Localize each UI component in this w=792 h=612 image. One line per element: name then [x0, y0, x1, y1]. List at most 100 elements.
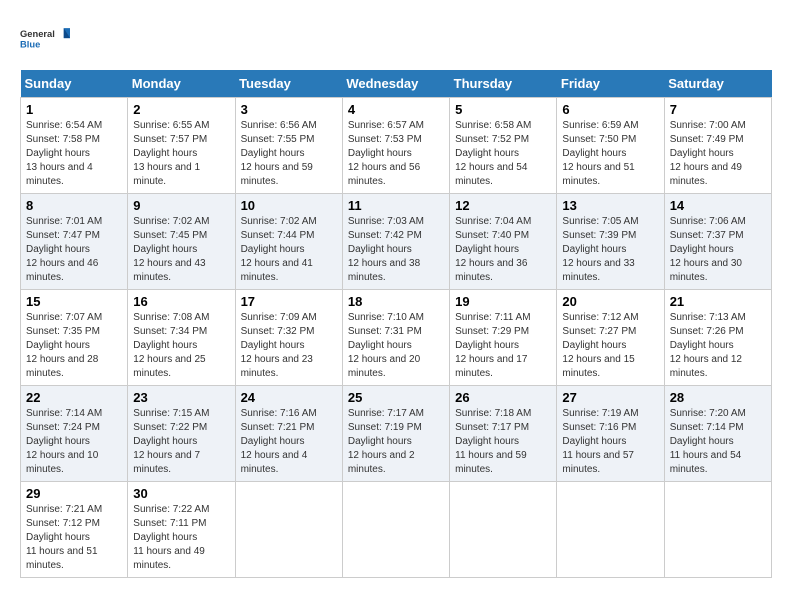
- empty-cell: [557, 482, 664, 578]
- day-info: Sunrise: 7:05 AM Sunset: 7:39 PM Dayligh…: [562, 215, 658, 285]
- calendar-table: SundayMondayTuesdayWednesdayThursdayFrid…: [20, 70, 772, 578]
- page-header: General Blue: [20, 20, 772, 60]
- day-info: Sunrise: 6:57 AM Sunset: 7:53 PM Dayligh…: [348, 119, 444, 189]
- day-number: 25: [348, 390, 444, 405]
- logo-svg: General Blue: [20, 20, 70, 60]
- day-cell-24: 24 Sunrise: 7:16 AM Sunset: 7:21 PM Dayl…: [235, 386, 342, 482]
- day-info: Sunrise: 7:17 AM Sunset: 7:19 PM Dayligh…: [348, 407, 444, 477]
- day-number: 13: [562, 198, 658, 213]
- day-cell-18: 18 Sunrise: 7:10 AM Sunset: 7:31 PM Dayl…: [342, 290, 449, 386]
- day-info: Sunrise: 7:22 AM Sunset: 7:11 PM Dayligh…: [133, 503, 229, 573]
- day-cell-7: 7 Sunrise: 7:00 AM Sunset: 7:49 PM Dayli…: [664, 98, 771, 194]
- col-header-sunday: Sunday: [21, 70, 128, 98]
- day-info: Sunrise: 7:13 AM Sunset: 7:26 PM Dayligh…: [670, 311, 766, 381]
- day-cell-25: 25 Sunrise: 7:17 AM Sunset: 7:19 PM Dayl…: [342, 386, 449, 482]
- day-number: 11: [348, 198, 444, 213]
- calendar-row-3: 15 Sunrise: 7:07 AM Sunset: 7:35 PM Dayl…: [21, 290, 772, 386]
- day-info: Sunrise: 7:02 AM Sunset: 7:45 PM Dayligh…: [133, 215, 229, 285]
- day-info: Sunrise: 7:04 AM Sunset: 7:40 PM Dayligh…: [455, 215, 551, 285]
- day-info: Sunrise: 7:09 AM Sunset: 7:32 PM Dayligh…: [241, 311, 337, 381]
- svg-text:General: General: [20, 29, 55, 39]
- day-number: 18: [348, 294, 444, 309]
- day-number: 23: [133, 390, 229, 405]
- day-number: 14: [670, 198, 766, 213]
- day-info: Sunrise: 6:55 AM Sunset: 7:57 PM Dayligh…: [133, 119, 229, 189]
- day-info: Sunrise: 7:18 AM Sunset: 7:17 PM Dayligh…: [455, 407, 551, 477]
- day-number: 3: [241, 102, 337, 117]
- day-number: 1: [26, 102, 122, 117]
- day-number: 29: [26, 486, 122, 501]
- day-info: Sunrise: 7:15 AM Sunset: 7:22 PM Dayligh…: [133, 407, 229, 477]
- day-number: 17: [241, 294, 337, 309]
- day-cell-9: 9 Sunrise: 7:02 AM Sunset: 7:45 PM Dayli…: [128, 194, 235, 290]
- day-number: 10: [241, 198, 337, 213]
- day-number: 26: [455, 390, 551, 405]
- day-number: 27: [562, 390, 658, 405]
- empty-cell: [235, 482, 342, 578]
- day-info: Sunrise: 7:14 AM Sunset: 7:24 PM Dayligh…: [26, 407, 122, 477]
- day-cell-13: 13 Sunrise: 7:05 AM Sunset: 7:39 PM Dayl…: [557, 194, 664, 290]
- day-cell-17: 17 Sunrise: 7:09 AM Sunset: 7:32 PM Dayl…: [235, 290, 342, 386]
- day-number: 16: [133, 294, 229, 309]
- day-number: 6: [562, 102, 658, 117]
- col-header-saturday: Saturday: [664, 70, 771, 98]
- day-cell-10: 10 Sunrise: 7:02 AM Sunset: 7:44 PM Dayl…: [235, 194, 342, 290]
- day-info: Sunrise: 7:11 AM Sunset: 7:29 PM Dayligh…: [455, 311, 551, 381]
- day-cell-4: 4 Sunrise: 6:57 AM Sunset: 7:53 PM Dayli…: [342, 98, 449, 194]
- day-number: 15: [26, 294, 122, 309]
- day-cell-11: 11 Sunrise: 7:03 AM Sunset: 7:42 PM Dayl…: [342, 194, 449, 290]
- day-info: Sunrise: 7:07 AM Sunset: 7:35 PM Dayligh…: [26, 311, 122, 381]
- col-header-wednesday: Wednesday: [342, 70, 449, 98]
- day-cell-8: 8 Sunrise: 7:01 AM Sunset: 7:47 PM Dayli…: [21, 194, 128, 290]
- day-number: 24: [241, 390, 337, 405]
- day-cell-14: 14 Sunrise: 7:06 AM Sunset: 7:37 PM Dayl…: [664, 194, 771, 290]
- calendar-row-5: 29 Sunrise: 7:21 AM Sunset: 7:12 PM Dayl…: [21, 482, 772, 578]
- day-number: 22: [26, 390, 122, 405]
- day-number: 8: [26, 198, 122, 213]
- day-cell-1: 1 Sunrise: 6:54 AM Sunset: 7:58 PM Dayli…: [21, 98, 128, 194]
- calendar-row-1: 1 Sunrise: 6:54 AM Sunset: 7:58 PM Dayli…: [21, 98, 772, 194]
- calendar-row-2: 8 Sunrise: 7:01 AM Sunset: 7:47 PM Dayli…: [21, 194, 772, 290]
- day-cell-23: 23 Sunrise: 7:15 AM Sunset: 7:22 PM Dayl…: [128, 386, 235, 482]
- day-number: 5: [455, 102, 551, 117]
- day-cell-29: 29 Sunrise: 7:21 AM Sunset: 7:12 PM Dayl…: [21, 482, 128, 578]
- day-cell-21: 21 Sunrise: 7:13 AM Sunset: 7:26 PM Dayl…: [664, 290, 771, 386]
- day-cell-2: 2 Sunrise: 6:55 AM Sunset: 7:57 PM Dayli…: [128, 98, 235, 194]
- col-header-thursday: Thursday: [450, 70, 557, 98]
- svg-text:Blue: Blue: [20, 40, 40, 50]
- day-cell-3: 3 Sunrise: 6:56 AM Sunset: 7:55 PM Dayli…: [235, 98, 342, 194]
- empty-cell: [342, 482, 449, 578]
- day-cell-12: 12 Sunrise: 7:04 AM Sunset: 7:40 PM Dayl…: [450, 194, 557, 290]
- day-info: Sunrise: 7:19 AM Sunset: 7:16 PM Dayligh…: [562, 407, 658, 477]
- day-info: Sunrise: 7:02 AM Sunset: 7:44 PM Dayligh…: [241, 215, 337, 285]
- day-info: Sunrise: 6:59 AM Sunset: 7:50 PM Dayligh…: [562, 119, 658, 189]
- day-cell-30: 30 Sunrise: 7:22 AM Sunset: 7:11 PM Dayl…: [128, 482, 235, 578]
- day-info: Sunrise: 7:16 AM Sunset: 7:21 PM Dayligh…: [241, 407, 337, 477]
- day-cell-19: 19 Sunrise: 7:11 AM Sunset: 7:29 PM Dayl…: [450, 290, 557, 386]
- logo: General Blue: [20, 20, 70, 60]
- day-info: Sunrise: 7:10 AM Sunset: 7:31 PM Dayligh…: [348, 311, 444, 381]
- day-info: Sunrise: 7:00 AM Sunset: 7:49 PM Dayligh…: [670, 119, 766, 189]
- day-number: 21: [670, 294, 766, 309]
- day-number: 9: [133, 198, 229, 213]
- day-number: 7: [670, 102, 766, 117]
- col-header-monday: Monday: [128, 70, 235, 98]
- day-info: Sunrise: 7:21 AM Sunset: 7:12 PM Dayligh…: [26, 503, 122, 573]
- day-cell-5: 5 Sunrise: 6:58 AM Sunset: 7:52 PM Dayli…: [450, 98, 557, 194]
- day-info: Sunrise: 7:12 AM Sunset: 7:27 PM Dayligh…: [562, 311, 658, 381]
- day-number: 4: [348, 102, 444, 117]
- day-cell-22: 22 Sunrise: 7:14 AM Sunset: 7:24 PM Dayl…: [21, 386, 128, 482]
- day-cell-28: 28 Sunrise: 7:20 AM Sunset: 7:14 PM Dayl…: [664, 386, 771, 482]
- day-cell-20: 20 Sunrise: 7:12 AM Sunset: 7:27 PM Dayl…: [557, 290, 664, 386]
- calendar-row-4: 22 Sunrise: 7:14 AM Sunset: 7:24 PM Dayl…: [21, 386, 772, 482]
- day-number: 28: [670, 390, 766, 405]
- day-info: Sunrise: 7:20 AM Sunset: 7:14 PM Dayligh…: [670, 407, 766, 477]
- col-header-friday: Friday: [557, 70, 664, 98]
- day-number: 2: [133, 102, 229, 117]
- empty-cell: [450, 482, 557, 578]
- day-cell-27: 27 Sunrise: 7:19 AM Sunset: 7:16 PM Dayl…: [557, 386, 664, 482]
- day-info: Sunrise: 7:06 AM Sunset: 7:37 PM Dayligh…: [670, 215, 766, 285]
- day-info: Sunrise: 6:56 AM Sunset: 7:55 PM Dayligh…: [241, 119, 337, 189]
- day-info: Sunrise: 6:58 AM Sunset: 7:52 PM Dayligh…: [455, 119, 551, 189]
- day-info: Sunrise: 6:54 AM Sunset: 7:58 PM Dayligh…: [26, 119, 122, 189]
